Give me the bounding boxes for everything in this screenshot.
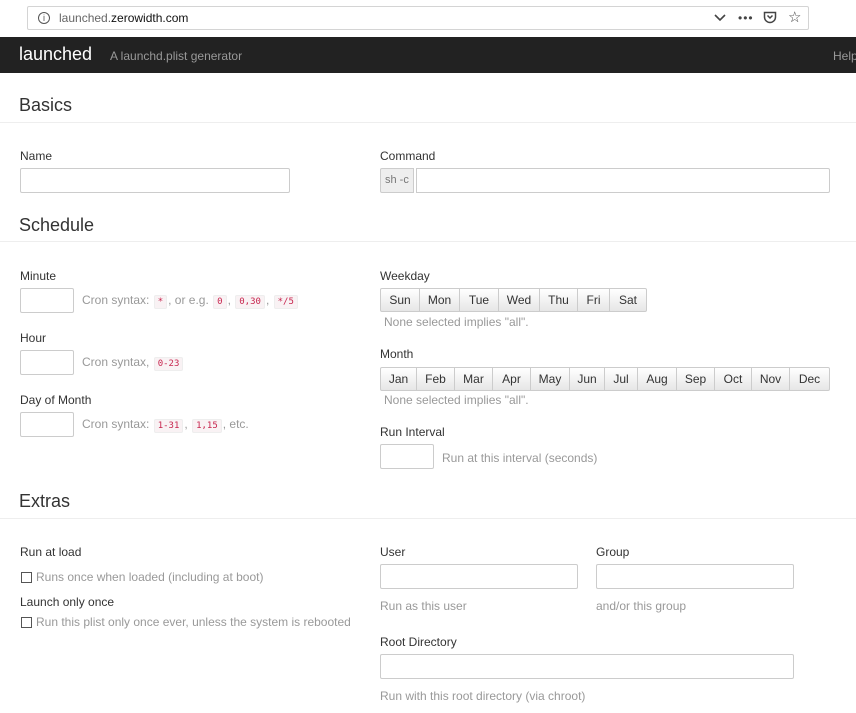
month-help: None selected implies "all". — [384, 393, 529, 407]
divider — [0, 122, 856, 123]
month-button-mar[interactable]: Mar — [454, 367, 493, 391]
name-input[interactable] — [20, 168, 290, 193]
month-button-dec[interactable]: Dec — [789, 367, 830, 391]
browser-toolbar: i launched.zerowidth.com ••• ☆ — [0, 0, 856, 37]
pocket-icon[interactable] — [763, 9, 777, 27]
weekday-button-sun[interactable]: Sun — [380, 288, 420, 312]
cron-code: */5 — [273, 295, 298, 309]
day-of-month-label: Day of Month — [20, 393, 92, 407]
navbar: launched A launchd.plist generator Help — [0, 37, 856, 73]
help-link[interactable]: Help — [833, 49, 856, 63]
info-icon[interactable]: i — [38, 12, 50, 24]
month-button-jan[interactable]: Jan — [380, 367, 417, 391]
root-directory-input[interactable] — [380, 654, 794, 679]
hour-input[interactable] — [20, 350, 74, 375]
launch-once-label: Launch only once — [20, 595, 115, 609]
command-label: Command — [380, 149, 436, 163]
weekday-button-fri[interactable]: Fri — [577, 288, 610, 312]
address-bar[interactable]: i launched.zerowidth.com ••• ☆ — [27, 6, 809, 30]
run-at-load-label: Run at load — [20, 545, 82, 559]
weekday-button-sat[interactable]: Sat — [609, 288, 647, 312]
cron-code: 0,30 — [235, 295, 265, 309]
month-button-sep[interactable]: Sep — [676, 367, 715, 391]
launch-once-checkbox-label[interactable]: Run this plist only once ever, unless th… — [36, 615, 351, 629]
url-prefix: launched. — [59, 11, 112, 25]
group-help: and/or this group — [596, 599, 687, 613]
url-text[interactable]: launched.zerowidth.com — [59, 11, 188, 25]
weekday-help: None selected implies "all". — [384, 315, 529, 329]
month-button-jul[interactable]: Jul — [604, 367, 638, 391]
cron-code: 0-23 — [153, 357, 184, 371]
schedule-heading: Schedule — [19, 215, 95, 235]
weekday-button-tue[interactable]: Tue — [459, 288, 499, 312]
minute-input[interactable] — [20, 288, 74, 313]
divider — [0, 518, 856, 519]
cron-code: 0 — [213, 295, 227, 309]
month-button-feb[interactable]: Feb — [416, 367, 455, 391]
minute-help: Cron syntax: *, or e.g. 0, 0,30, */5 — [82, 293, 299, 309]
name-label: Name — [20, 149, 53, 163]
cron-code: * — [153, 295, 168, 309]
hour-label: Hour — [20, 331, 47, 345]
tagline: A launchd.plist generator — [110, 49, 243, 63]
chevron-down-icon[interactable] — [714, 9, 726, 27]
month-button-group: Jan Feb Mar Apr May Jun Jul Aug Sep Oct … — [380, 367, 830, 391]
cron-code: 1-31 — [153, 419, 184, 433]
run-interval-help: Run at this interval (seconds) — [442, 451, 598, 465]
hour-help: Cron syntax, 0-23 — [82, 355, 184, 371]
user-label: User — [380, 545, 406, 559]
month-button-oct[interactable]: Oct — [714, 367, 752, 391]
month-label: Month — [380, 347, 414, 361]
command-prefix: sh -c — [380, 168, 414, 193]
month-button-apr[interactable]: Apr — [492, 367, 531, 391]
month-button-may[interactable]: May — [530, 367, 570, 391]
url-domain: zerowidth.com — [111, 11, 189, 25]
group-label: Group — [596, 545, 630, 559]
weekday-button-thu[interactable]: Thu — [539, 288, 578, 312]
weekday-button-wed[interactable]: Wed — [498, 288, 540, 312]
day-of-month-help: Cron syntax: 1-31, 1,15, etc. — [82, 417, 249, 433]
basics-heading: Basics — [19, 95, 73, 115]
command-input[interactable] — [416, 168, 830, 193]
launch-once-checkbox[interactable] — [21, 617, 32, 628]
run-interval-input[interactable] — [380, 444, 434, 469]
weekday-label: Weekday — [380, 269, 430, 283]
cron-code: 1,15 — [192, 419, 222, 433]
run-at-load-checkbox[interactable] — [21, 572, 32, 583]
weekday-button-mon[interactable]: Mon — [419, 288, 460, 312]
user-help: Run as this user — [380, 599, 467, 613]
month-button-aug[interactable]: Aug — [637, 367, 677, 391]
divider — [0, 241, 856, 242]
minute-label: Minute — [20, 269, 57, 283]
weekday-button-group: Sun Mon Tue Wed Thu Fri Sat — [380, 288, 647, 312]
root-directory-label: Root Directory — [380, 635, 457, 649]
star-icon[interactable]: ☆ — [788, 9, 801, 27]
brand[interactable]: launched — [19, 44, 92, 65]
user-input[interactable] — [380, 564, 578, 589]
month-button-nov[interactable]: Nov — [751, 367, 790, 391]
run-interval-label: Run Interval — [380, 425, 445, 439]
more-icon[interactable]: ••• — [738, 9, 754, 27]
root-directory-help: Run with this root directory (via chroot… — [380, 689, 586, 703]
month-button-jun[interactable]: Jun — [569, 367, 605, 391]
extras-heading: Extras — [19, 491, 71, 511]
day-of-month-input[interactable] — [20, 412, 74, 437]
run-at-load-checkbox-label[interactable]: Runs once when loaded (including at boot… — [36, 570, 263, 584]
group-input[interactable] — [596, 564, 794, 589]
